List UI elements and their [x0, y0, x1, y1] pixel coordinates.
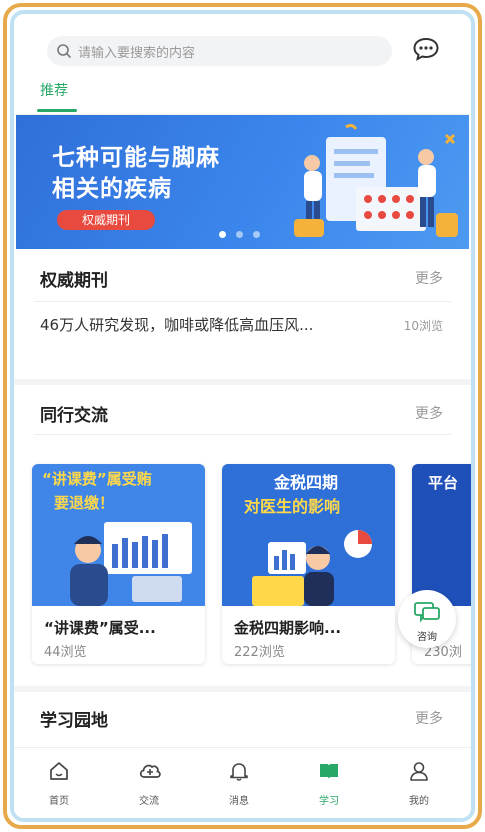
banner-title-line2: 相关的疾病: [52, 176, 172, 202]
banner-carousel[interactable]: 七种可能与脚麻 相关的疾病 权威期刊: [16, 115, 469, 249]
consult-label: 咨询: [417, 632, 437, 643]
journal-section-title: 权威期刊: [40, 271, 108, 291]
card-views: 44浏览: [44, 645, 87, 660]
nav-home[interactable]: 首页: [14, 748, 104, 818]
carousel-dots: [219, 231, 260, 238]
cloud-plus-icon: [139, 764, 161, 778]
card-image-subtitle: 要退缴！: [54, 494, 114, 512]
user-icon: [410, 762, 428, 781]
card-title: “讲课费”属受...: [44, 619, 156, 637]
bottom-nav: 首页 交流 消息 学习 我的: [14, 747, 471, 818]
consult-button[interactable]: 咨询: [398, 590, 456, 648]
tab-indicator: [37, 109, 77, 112]
carousel-dot-3[interactable]: [253, 231, 260, 238]
study-more-link[interactable]: 更多: [415, 708, 443, 728]
exchange-more-link[interactable]: 更多: [415, 403, 443, 423]
divider: [34, 301, 451, 302]
card-title: 金税四期影响...: [234, 619, 342, 637]
journal-article-title[interactable]: 46万人研究发现，咖啡或降低高血压风...: [40, 314, 313, 335]
search-placeholder: 请输入要搜索的内容: [78, 45, 196, 61]
journal-section-header: 权威期刊 更多: [14, 258, 471, 298]
carousel-dot-1[interactable]: [219, 231, 226, 238]
exchange-card[interactable]: “讲课费”属受贿 要退缴！ “讲课费”属受... 44浏览: [32, 464, 205, 664]
nav-study[interactable]: 学习: [284, 748, 374, 818]
nav-exchange-label: 交流: [139, 796, 159, 807]
banner-title: 七种可能与脚麻 相关的疾病: [52, 143, 220, 205]
card-views: 222浏览: [234, 645, 285, 660]
nav-home-label: 首页: [49, 796, 69, 807]
banner-title-line1: 七种可能与脚麻: [52, 145, 220, 171]
section-gap: [14, 686, 471, 692]
nav-messages[interactable]: 消息: [194, 748, 284, 818]
top-bar: 请输入要搜索的内容: [14, 14, 471, 76]
journal-more-link[interactable]: 更多: [415, 268, 443, 288]
divider: [34, 434, 451, 435]
card-image: 平台: [412, 464, 471, 606]
card-image-title: 金税四期: [273, 473, 338, 492]
card-image: “讲课费”属受贿 要退缴！: [32, 464, 205, 606]
tab-bar: 推荐: [14, 76, 471, 115]
nav-profile[interactable]: 我的: [374, 748, 464, 818]
card-image: 金税四期 对医生的影响: [222, 464, 395, 606]
book-icon: [320, 764, 338, 779]
study-section-header: 学习园地 更多: [14, 698, 471, 738]
nav-messages-label: 消息: [229, 796, 249, 807]
journal-article-views: 10浏览: [403, 319, 443, 333]
chat-bubble-icon[interactable]: [412, 36, 440, 62]
nav-exchange[interactable]: 交流: [104, 748, 194, 818]
phone-screen: 请输入要搜索的内容 推荐 七种可能与脚麻 相关的疾病 权威期刊 权威期刊 更多 …: [10, 10, 475, 822]
card-image-title: “讲课费”属受贿: [42, 470, 152, 488]
home-icon: [50, 762, 68, 780]
card-image-subtitle: 对医生的影响: [244, 497, 340, 516]
card-image-title: 平台: [428, 474, 458, 492]
section-gap: [14, 379, 471, 385]
consult-chat-icon: [414, 602, 440, 623]
nav-profile-label: 我的: [409, 796, 429, 807]
search-input[interactable]: 请输入要搜索的内容: [47, 36, 392, 66]
medical-illustration: [294, 123, 458, 237]
study-section-title: 学习园地: [40, 711, 108, 731]
carousel-dot-2[interactable]: [236, 231, 243, 238]
exchange-card[interactable]: 金税四期 对医生的影响 金税四期影响... 222浏览: [222, 464, 395, 664]
exchange-section-title: 同行交流: [40, 406, 108, 426]
nav-study-label: 学习: [319, 796, 339, 807]
bell-icon: [230, 763, 248, 781]
exchange-section-header: 同行交流 更多: [14, 393, 471, 433]
banner-tag: 权威期刊: [57, 210, 155, 230]
search-icon: [57, 44, 71, 58]
tab-recommend[interactable]: 推荐: [40, 80, 68, 100]
